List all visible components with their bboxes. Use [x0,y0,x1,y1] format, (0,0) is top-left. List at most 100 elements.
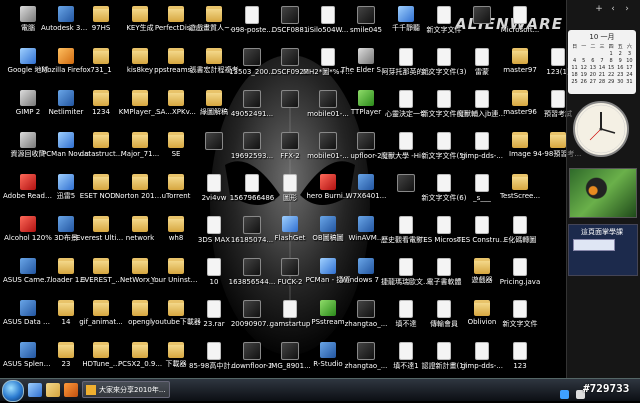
folder-icon [132,300,148,316]
slideshow-gadget-toucan-photo[interactable] [569,168,637,218]
calendar-day[interactable]: 20 [588,72,597,79]
calendar-day [588,51,597,58]
file-icon [399,300,413,318]
taskbar-window-button[interactable]: 大家來分享2010年... [82,381,170,398]
calendar-day[interactable]: 31 [625,79,634,86]
calendar-day[interactable]: 4 [570,58,579,65]
sidebar-control-button[interactable]: › [620,4,634,14]
desktop-icon[interactable]: 123 [494,338,546,380]
file-icon [437,48,451,66]
folder-icon [132,6,148,22]
folder-icon [132,174,148,190]
folder-icon [168,174,184,190]
calendar-gadget[interactable]: 10 一月 日一二三四五六 1 2 3 4 5 6 7 8 9 10 11 12 13 14 15 16 17 18… [568,30,636,94]
calendar-day[interactable]: 5 [579,58,588,65]
explorer-icon[interactable] [46,383,60,397]
feed-gadget[interactable]: 這頁面掌學課 [568,224,638,276]
app-icon [58,6,74,22]
calendar-day[interactable]: 14 [597,65,606,72]
media-player-icon[interactable] [64,383,78,397]
calendar-day[interactable]: 12 [579,65,588,72]
desktop-icon[interactable]: Microsoft... [494,2,546,44]
calendar-day[interactable]: 2 [616,51,625,58]
file-icon [437,216,451,234]
app-icon [243,300,261,318]
folder-icon [206,48,222,64]
folder-icon [512,132,528,148]
calendar-day[interactable]: 15 [607,65,616,72]
folder-icon [58,300,74,316]
folder-icon [132,342,148,358]
desktop-icon-label: Pricing.java [499,278,541,286]
folder-icon [58,258,74,274]
calendar-day[interactable]: 16 [616,65,625,72]
calendar-day[interactable]: 8 [607,58,616,65]
calendar-day[interactable]: 10 [625,58,634,65]
taskbar: 大家來分享2010年... [0,378,640,402]
folder-icon [93,216,109,232]
file-icon [437,258,451,276]
calendar-day[interactable]: 7 [597,58,606,65]
desktop-icon[interactable]: E化碼轉圖 [494,212,546,254]
ie-icon[interactable] [28,383,42,397]
desktop-icon[interactable]: Pricing.java [494,254,546,296]
file-icon [551,90,565,108]
folder-icon [93,48,109,64]
desktop-icon-label: Microsoft... [500,26,540,34]
calendar-day[interactable]: 11 [570,65,579,72]
calendar-weekday: 四 [608,44,614,50]
calendar-day[interactable]: 6 [588,58,597,65]
app-icon [243,90,261,108]
app-icon [20,6,36,22]
calendar-day[interactable]: 27 [588,79,597,86]
calendar-day[interactable]: 26 [579,79,588,86]
calendar-day[interactable]: 13 [588,65,597,72]
image-thumbnail-icon [473,6,491,24]
app-icon [58,216,74,232]
sidebar-control-button[interactable]: ‹ [606,4,620,14]
calendar-weekday: 六 [626,44,632,50]
calendar-day[interactable]: 9 [616,58,625,65]
file-icon [551,48,565,66]
desktop-icon[interactable]: 新文字文件 [494,296,546,338]
calendar-day[interactable]: 3 [625,51,634,58]
calendar-day[interactable]: 22 [607,72,616,79]
app-icon [320,258,336,274]
sidebar-control-button[interactable]: + [592,4,606,14]
calendar-day[interactable]: 29 [607,79,616,86]
file-icon [321,48,335,66]
file-icon [399,132,413,150]
folder-icon [168,300,184,316]
app-icon [58,90,74,106]
folder-icon [168,342,184,358]
calendar-day[interactable]: 21 [597,72,606,79]
folder-icon [93,342,109,358]
desktop[interactable]: ALIENWARE 電腦 Google 地球 GIMP 2 資源回收筒 Adobe Re… [0,0,640,400]
file-icon [475,216,489,234]
folder-icon [132,90,148,106]
calendar-day[interactable]: 18 [570,72,579,79]
app-icon [58,48,74,64]
app-icon [319,90,337,108]
app-icon [281,342,299,360]
file-icon [513,342,527,360]
calendar-day[interactable]: 28 [597,79,606,86]
app-icon [357,6,375,24]
start-button[interactable] [2,380,24,402]
calendar-day[interactable]: 23 [616,72,625,79]
calendar-day[interactable]: 24 [625,72,634,79]
calendar-day[interactable]: 30 [616,79,625,86]
calendar-day[interactable]: 25 [570,79,579,86]
feed-input-box[interactable] [573,239,615,251]
calendar-day [597,51,606,58]
folder-icon [168,6,184,22]
folder-icon [58,342,74,358]
calendar-day[interactable]: 19 [579,72,588,79]
clock-gadget[interactable] [572,100,630,158]
desktop-icon-label: E化碼轉圖 [503,236,537,244]
calendar-day[interactable]: 17 [625,65,634,72]
folder-icon [132,258,148,274]
calendar-day[interactable]: 1 [607,51,616,58]
network-icon[interactable] [560,390,569,399]
desktop-icon[interactable]: TestScree... [494,170,546,212]
